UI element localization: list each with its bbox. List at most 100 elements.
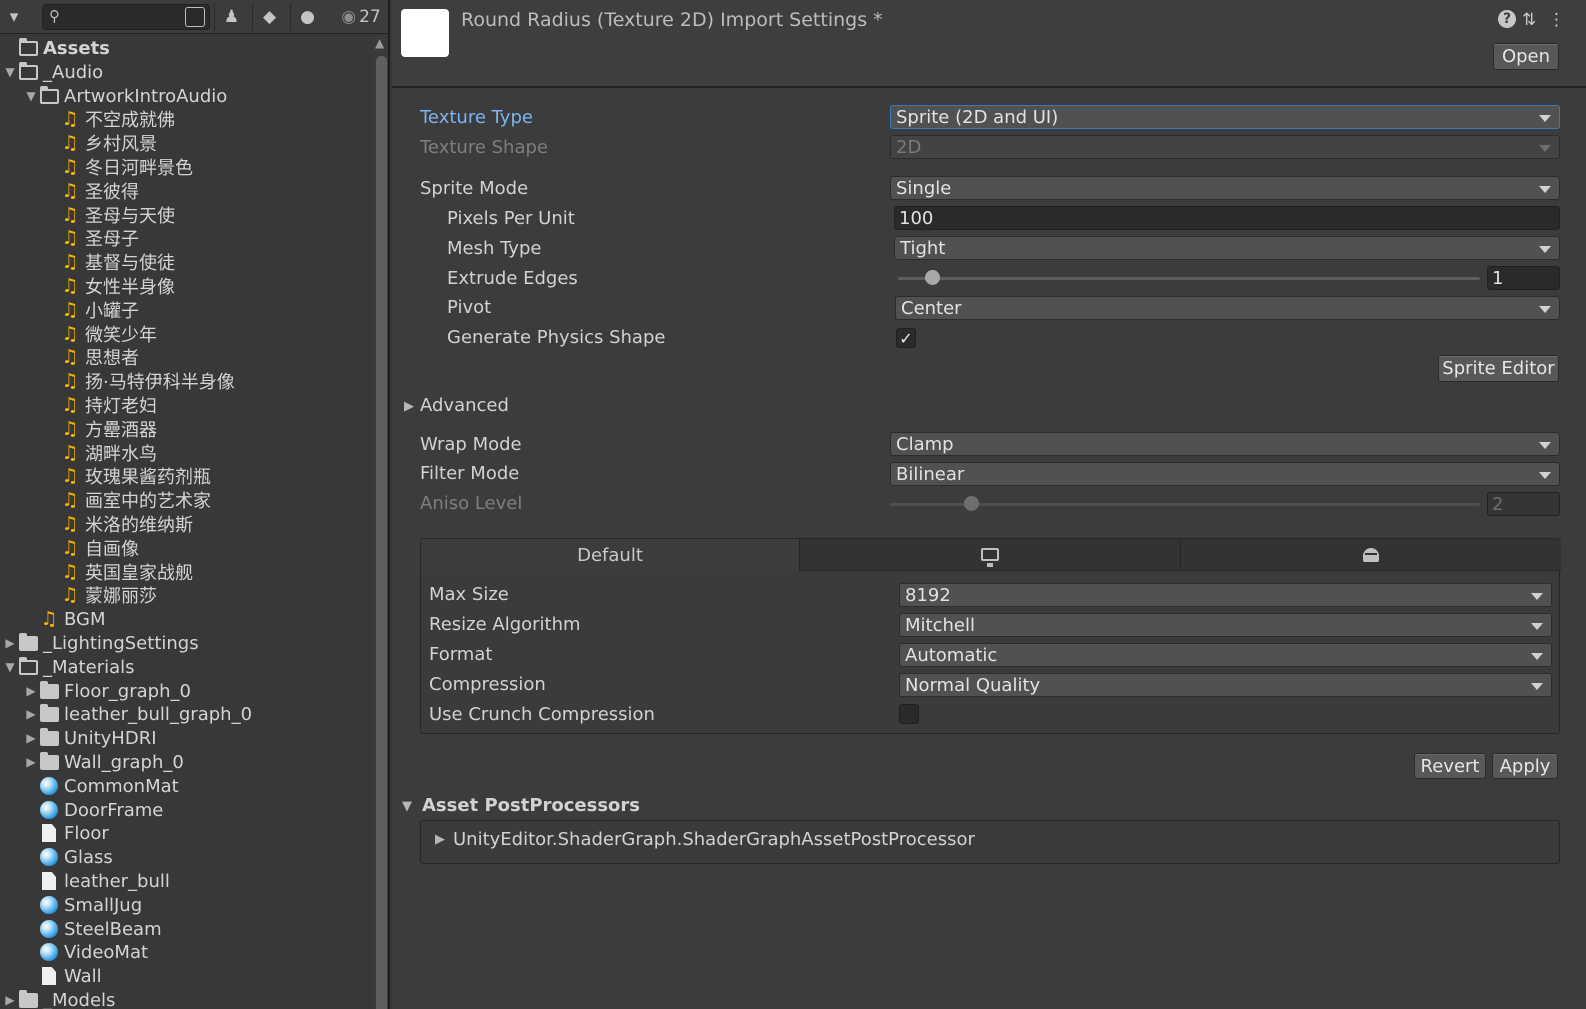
tab-android[interactable] (1181, 539, 1561, 571)
sprite-mode-label: Sprite Mode (420, 178, 529, 199)
search-in-window-icon[interactable] (185, 7, 205, 27)
extrude-edges-input[interactable]: 1 (1487, 266, 1560, 290)
collapsed-arrow-icon[interactable]: ▶ (24, 755, 38, 769)
compression-label: Compression (429, 674, 546, 695)
tree-item[interactable]: SmallJug (24, 893, 142, 917)
revert-button[interactable]: Revert (1414, 753, 1486, 779)
tree-item[interactable]: DoorFrame (24, 798, 163, 822)
collapsed-arrow-icon[interactable]: ▶ (3, 993, 17, 1007)
tree-item[interactable]: ♫ 不空成就佛 (45, 107, 175, 131)
collapsed-arrow-icon[interactable]: ▶ (24, 684, 38, 698)
wrap-mode-dropdown[interactable]: Clamp (890, 432, 1560, 456)
advanced-foldout-arrow-icon[interactable]: ▶ (404, 399, 414, 414)
tree-item[interactable]: ♫ 持灯老妇 (45, 393, 157, 417)
tree-item[interactable]: ♫ 扬·马特伊科半身像 (45, 369, 234, 393)
tree-item[interactable]: ▶ _LightingSettings (3, 631, 199, 655)
sprite-mode-dropdown[interactable]: Single (890, 176, 1560, 200)
asset-postprocessors-header[interactable]: Asset PostProcessors (422, 795, 640, 816)
filter-mode-dropdown[interactable]: Bilinear (890, 462, 1560, 486)
tree-item[interactable]: Assets (3, 36, 110, 60)
expanded-arrow-icon[interactable]: ▼ (24, 89, 38, 103)
tab-standalone[interactable] (800, 539, 1181, 571)
texture-type-dropdown[interactable]: Sprite (2D and UI) (890, 105, 1560, 129)
compression-dropdown[interactable]: Normal Quality (899, 673, 1552, 697)
project-scrollbar[interactable]: ▲ (373, 36, 388, 1009)
tree-item[interactable]: ♫ 方罍酒器 (45, 417, 157, 441)
tree-item[interactable]: ♫ 画室中的艺术家 (45, 488, 211, 512)
tree-item[interactable]: ♫ 女性半身像 (45, 274, 175, 298)
tree-item[interactable]: ♫ 英国皇家战舰 (45, 560, 193, 584)
sprite-editor-button[interactable]: Sprite Editor (1438, 355, 1559, 382)
tree-item[interactable]: ▶ leather_bull_graph_0 (24, 702, 252, 726)
tree-item[interactable]: ♫ 思想者 (45, 345, 139, 369)
tree-item[interactable]: ♫ 圣母子 (45, 226, 139, 250)
type-filter-icon: ♟ (223, 7, 240, 27)
format-dropdown[interactable]: Automatic (899, 643, 1552, 667)
tree-item[interactable]: ♫ 微笑少年 (45, 322, 157, 346)
tree-item[interactable]: ♫ BGM (24, 607, 105, 631)
texture-type-label: Texture Type (420, 107, 533, 128)
help-icon[interactable]: ? (1498, 10, 1516, 28)
tree-item[interactable]: ▼ _Materials (3, 655, 135, 679)
tree-item[interactable]: ♫ 冬日河畔景色 (45, 155, 193, 179)
search-field[interactable]: ⚲ (42, 4, 210, 30)
generate-physics-shape-checkbox[interactable]: ✓ (896, 328, 916, 348)
scroll-up-icon[interactable]: ▲ (375, 36, 384, 50)
tree-item[interactable]: ♫ 湖畔水鸟 (45, 441, 157, 465)
tree-item[interactable]: ♫ 自画像 (45, 536, 139, 560)
tree-item[interactable]: CommonMat (24, 774, 179, 798)
tree-item[interactable]: ♫ 圣母与天使 (45, 203, 175, 227)
extrude-edges-slider-thumb[interactable] (925, 270, 940, 285)
filter-by-label-button[interactable]: ◆ (252, 3, 286, 31)
preset-icon[interactable]: ⇅ (1522, 10, 1536, 30)
tree-item[interactable]: ▶ Floor_graph_0 (24, 679, 191, 703)
max-size-dropdown[interactable]: 8192 (899, 583, 1552, 607)
create-dropdown[interactable]: ▾ (0, 3, 28, 31)
pixels-per-unit-input[interactable]: 100 (894, 206, 1560, 230)
tree-item[interactable]: ♫ 乡村风景 (45, 131, 157, 155)
mesh-type-dropdown[interactable]: Tight (894, 236, 1560, 260)
extrude-edges-slider-track[interactable] (898, 277, 1480, 280)
audio-clip-icon: ♫ (61, 560, 79, 583)
postprocessors-foldout-arrow-icon[interactable]: ▼ (402, 799, 412, 814)
tab-default[interactable]: Default (421, 539, 800, 571)
pivot-dropdown[interactable]: Center (895, 296, 1560, 320)
use-crunch-compression-checkbox[interactable] (899, 704, 919, 724)
tree-item[interactable]: ▶ _Models (3, 988, 115, 1009)
postprocessors-list: ▶ UnityEditor.ShaderGraph.ShaderGraphAss… (420, 820, 1560, 864)
search-input[interactable] (67, 6, 187, 28)
expanded-arrow-icon[interactable]: ▼ (3, 65, 17, 79)
tree-item[interactable]: ▼ _Audio (3, 60, 103, 84)
collapsed-arrow-icon[interactable]: ▶ (24, 707, 38, 721)
hidden-packages-toggle[interactable]: ◉ 27 (334, 3, 388, 31)
tree-item[interactable]: SteelBeam (24, 917, 162, 941)
tree-item[interactable]: ♫ 小罐子 (45, 298, 139, 322)
apply-button[interactable]: Apply (1492, 753, 1558, 779)
tree-item[interactable]: ▶ UnityHDRI (24, 726, 157, 750)
expanded-arrow-icon[interactable]: ▼ (3, 660, 17, 674)
postprocessor-item[interactable]: UnityEditor.ShaderGraph.ShaderGraphAsset… (453, 829, 975, 850)
tree-item[interactable]: ▶ Wall_graph_0 (24, 750, 184, 774)
tree-item[interactable]: ♫ 玫瑰果酱药剂瓶 (45, 464, 211, 488)
tree-item[interactable]: ♫ 蒙娜丽莎 (45, 583, 157, 607)
tree-item[interactable]: Floor (24, 821, 109, 845)
open-button[interactable]: Open (1493, 43, 1559, 70)
tree-item[interactable]: ♫ 圣彼得 (45, 179, 139, 203)
scroll-thumb[interactable] (376, 56, 387, 1009)
tree-item[interactable]: ♫ 米洛的维纳斯 (45, 512, 193, 536)
tree-item[interactable]: leather_bull (24, 869, 170, 893)
collapsed-arrow-icon[interactable]: ▶ (24, 731, 38, 745)
kebab-menu-icon[interactable]: ⋮ (1548, 10, 1565, 30)
tree-item[interactable]: Wall (24, 964, 102, 988)
extrude-edges-label: Extrude Edges (447, 268, 578, 289)
tree-item[interactable]: ♫ 基督与使徒 (45, 250, 175, 274)
tree-item[interactable]: ▼ ArtworkIntroAudio (24, 84, 227, 108)
postprocessor-item-arrow-icon[interactable]: ▶ (435, 832, 445, 847)
collapsed-arrow-icon[interactable]: ▶ (3, 636, 17, 650)
filter-by-type-button[interactable]: ♟ (214, 3, 248, 31)
filter-log-button[interactable]: ● (290, 3, 324, 31)
resize-algorithm-dropdown[interactable]: Mitchell (899, 613, 1552, 637)
tree-item[interactable]: Glass (24, 845, 113, 869)
advanced-foldout-label[interactable]: Advanced (420, 395, 509, 416)
tree-item[interactable]: VideoMat (24, 940, 148, 964)
